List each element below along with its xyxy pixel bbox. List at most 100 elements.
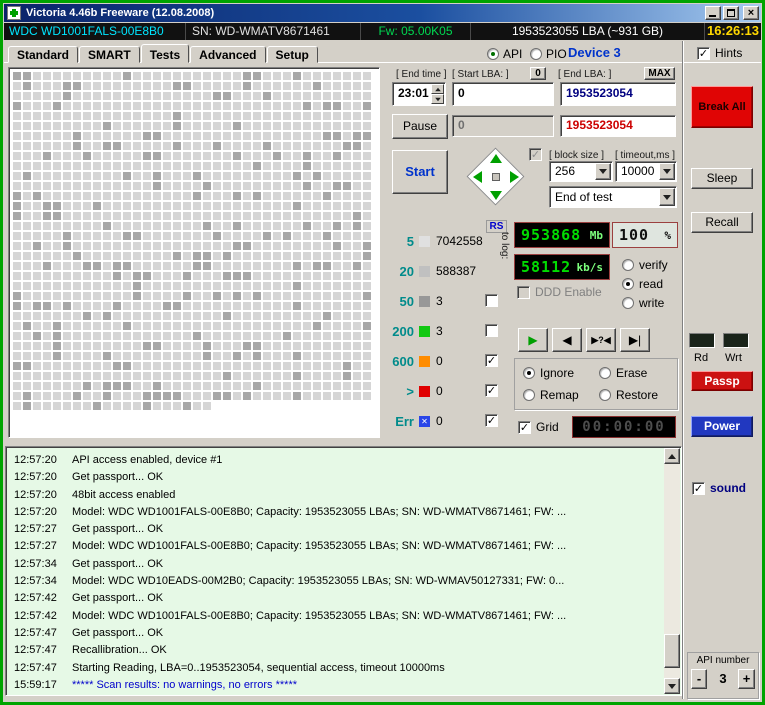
log-message: Recallibration... OK (72, 644, 167, 657)
dropdown-button[interactable] (659, 188, 675, 206)
dropdown-button[interactable] (595, 163, 611, 180)
end-lba-label: [ End LBA: ] (558, 69, 612, 80)
grid-label: Grid (536, 420, 559, 434)
action-remap-radio[interactable]: Remap (523, 388, 579, 402)
recall-button[interactable]: Recall (691, 212, 753, 233)
action-erase-radio[interactable]: Erase (599, 366, 647, 380)
access-write-label: write (639, 296, 665, 310)
power-button[interactable]: Power (691, 416, 753, 437)
log-timestamp: 12:57:47 (14, 661, 57, 674)
legend-count: 0 (436, 354, 443, 368)
window-body: Victoria 4.46b Freeware (12.08.2008) × W… (3, 3, 762, 702)
timeout-select[interactable]: 10000 (615, 161, 677, 182)
ddd-enable-label: DDD Enable (535, 285, 602, 299)
radio-icon (622, 259, 634, 271)
legend-count: 0 (436, 414, 443, 428)
passport-button[interactable]: Passp (691, 371, 753, 391)
maximize-button[interactable] (723, 6, 739, 20)
api-number-group: API number - 3 + (687, 652, 759, 699)
hints-label: Hints (715, 46, 743, 60)
drive-serial: SN: WD-WMATV8671461 (186, 23, 361, 40)
tab-tests[interactable]: Tests (140, 44, 190, 63)
log-line: 12:57:47 Get passport... OK (14, 625, 662, 642)
grid-checkbox[interactable]: ✓ Grid (518, 420, 559, 434)
percent-unit: % (664, 228, 671, 242)
checkbox-icon (517, 285, 530, 299)
current-lba-field: 1953523054 (560, 115, 676, 137)
access-verify-radio[interactable]: verify (622, 258, 668, 272)
radio-icon (530, 48, 542, 60)
write-led-label: Wrt (725, 352, 742, 364)
legend-log-checkbox[interactable] (485, 294, 498, 307)
pio-mode-radio[interactable]: PIO (530, 47, 567, 61)
log-line: 12:57:42 Get passport... OK (14, 590, 662, 607)
dropdown-button[interactable] (659, 163, 675, 180)
random-seek-button[interactable]: ▶?◀ (586, 328, 616, 352)
legend-row-600: 600 0 ✓ (388, 354, 514, 369)
log-timestamp: 12:57:20 (14, 471, 57, 484)
log-scrollbar[interactable] (664, 448, 680, 694)
sleep-button[interactable]: Sleep (691, 168, 753, 189)
action-restore-radio[interactable]: Restore (599, 388, 658, 402)
speed-value: 58112 (521, 258, 572, 276)
radio-icon (622, 278, 634, 290)
block-size-label: [ block size ] (549, 150, 605, 161)
log-timestamp: 12:57:20 (14, 454, 57, 466)
log-line: 12:57:27 Model: WDC WD1001FALS-00E8B0; Ca… (14, 538, 662, 555)
megabytes-value: 953868 (521, 226, 582, 244)
action-ignore-radio[interactable]: Ignore (523, 366, 574, 380)
sound-label: sound (710, 481, 746, 495)
action-restore-label: Restore (616, 388, 659, 402)
log-message: Model: WDC WD1001FALS-00E8B0; Capacity: … (72, 505, 567, 518)
access-write-radio[interactable]: write (622, 296, 664, 310)
tab-smart[interactable]: SMART (79, 46, 140, 63)
legend-log-checkbox[interactable] (485, 324, 498, 337)
tab-setup[interactable]: Setup (266, 46, 318, 63)
end-lba-input[interactable]: 1953523054 (560, 82, 676, 106)
checkbox-icon: ✓ (692, 481, 705, 495)
play-button[interactable]: ▶ (518, 328, 548, 352)
chevron-down-icon (663, 194, 671, 200)
log-timestamp: 12:57:42 (14, 609, 57, 622)
latency-legend: 5 7042558 20 588387 50 3 200 3 600 0 ✓ >0 ✓ Err ✕ 0 ✓ (388, 3, 514, 443)
end-action-select[interactable]: End of test (549, 186, 677, 208)
scrollbar-thumb[interactable] (664, 634, 680, 668)
break-all-button[interactable]: Break All (691, 86, 753, 128)
minimize-button[interactable] (705, 6, 721, 20)
block-size-select[interactable]: 256 (549, 161, 613, 182)
log-timestamp: 12:57:27 (14, 523, 57, 536)
legend-log-checkbox[interactable]: ✓ (485, 384, 498, 397)
hints-checkbox[interactable]: ✓ Hints (697, 46, 742, 60)
sound-checkbox[interactable]: ✓ sound (692, 481, 746, 495)
victoria-app-window: Victoria 4.46b Freeware (12.08.2008) × W… (0, 0, 765, 705)
log-timestamp: 12:57:34 (14, 557, 57, 570)
read-back-button[interactable]: ◀ (552, 328, 582, 352)
legend-color-swatch (419, 235, 430, 247)
scroll-up-button[interactable] (664, 448, 680, 464)
legend-threshold: 200 (392, 323, 414, 339)
legend-count: 3 (436, 324, 443, 338)
api-number-minus-button[interactable]: - (691, 669, 707, 689)
megabytes-display: 953868 Mb (514, 222, 610, 248)
tab-standard[interactable]: Standard (8, 46, 79, 63)
log-line: 12:57:47 Starting Reading, LBA=0..1953523… (14, 660, 662, 677)
legend-log-checkbox[interactable]: ✓ (485, 414, 498, 427)
radio-icon (599, 389, 611, 401)
max-lba-button[interactable]: MAX (644, 67, 675, 80)
block-size-value: 256 (555, 164, 576, 178)
close-button[interactable]: × (743, 6, 759, 20)
tab-advanced[interactable]: Advanced (190, 46, 266, 63)
legend-count: 3 (436, 294, 443, 308)
access-read-radio[interactable]: read (622, 277, 663, 291)
scroll-down-button[interactable] (664, 678, 680, 694)
log-timestamp: 12:57:47 (14, 626, 57, 639)
api-number-plus-button[interactable]: + (738, 669, 755, 689)
reset-start-lba-button[interactable]: 0 (530, 67, 546, 80)
log-line: 12:57:20 Model: WDC WD1001FALS-00E8B0; Ca… (14, 504, 662, 521)
legend-log-checkbox[interactable]: ✓ (485, 354, 498, 367)
seek-end-button[interactable]: ▶| (620, 328, 650, 352)
ddd-enable-checkbox[interactable]: DDD Enable (517, 285, 602, 299)
log-message: Model: WDC WD10EADS-00M2B0; Capacity: 19… (72, 575, 565, 588)
log-line: 12:57:20 Get passport... OK (14, 469, 662, 486)
arrow-pad-checkbox[interactable]: ✓ (529, 148, 542, 161)
